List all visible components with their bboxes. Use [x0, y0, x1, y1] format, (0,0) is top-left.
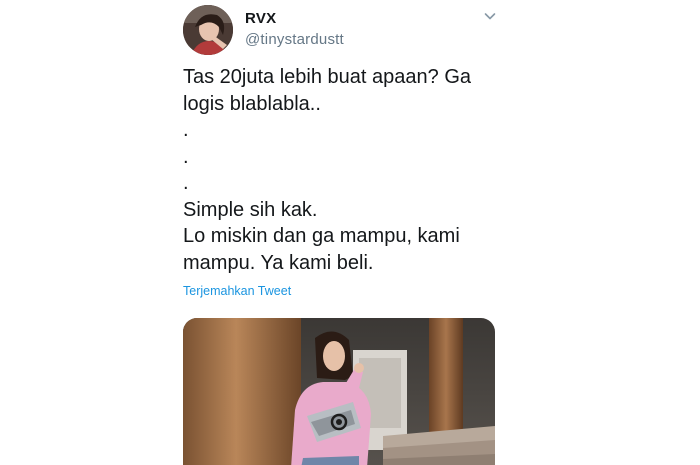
avatar-image: [183, 5, 233, 55]
chevron-down-icon[interactable]: [482, 8, 498, 24]
tweet-media-photo[interactable]: [183, 318, 495, 465]
photo-image: [183, 318, 495, 465]
tweet-text-line: Simple sih kak.: [183, 198, 318, 221]
tweet-text-line: mampu. Ya kami beli.: [183, 251, 374, 274]
tweet-text-line: .: [183, 145, 189, 168]
avatar[interactable]: [183, 5, 233, 55]
tweet-text-line: Lo miskin dan ga mampu, kami: [183, 225, 460, 247]
tweet-text-line: .: [183, 119, 189, 141]
tweet-text-line: Tas 20juta lebih buat apaan? Ga: [183, 66, 471, 88]
translate-tweet-link[interactable]: Terjemahkan Tweet: [183, 284, 291, 298]
tweet-text-line: logis blablabla..: [183, 92, 321, 115]
tweet-text-line: .: [183, 172, 189, 194]
user-handle[interactable]: @tinystardustt: [245, 31, 344, 48]
tweet-text: Tas 20juta lebih buat apaan? Ga logis bl…: [183, 64, 493, 276]
display-name[interactable]: RVX: [245, 10, 276, 27]
